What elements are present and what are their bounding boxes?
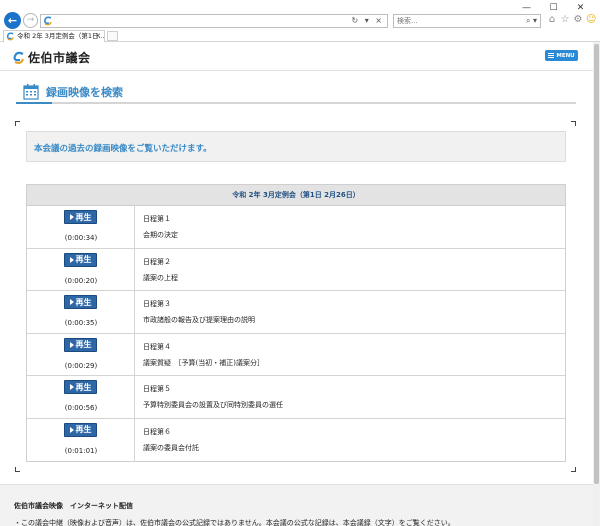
home-icon[interactable]: ⌂ — [547, 14, 557, 26]
duration: (0:00:56) — [64, 404, 98, 412]
frame-corner — [15, 121, 20, 126]
menu-button[interactable]: MENU — [545, 50, 578, 61]
browser-chrome: — ☐ ✕ ← → ↻ ▾ × ⌕ ▾ ⌂ ☆ ⚙ ☺ 令和 2年 3月定例会（… — [0, 0, 600, 42]
play-icon — [69, 256, 74, 263]
row-play-cell: 再生 (0:01:01) — [27, 418, 135, 461]
page-title: 録画映像を検索 — [46, 86, 123, 99]
scrollbar-thumb[interactable] — [594, 44, 599, 484]
forward-arrow-icon[interactable]: → — [23, 13, 38, 28]
calendar-icon — [23, 84, 39, 100]
agenda-title: 予算特別委員会の設置及び同特別委員の選任 — [143, 401, 283, 409]
play-label: 再生 — [75, 340, 92, 349]
agenda-number: 日程第６ — [143, 427, 171, 436]
frame-corner — [571, 467, 576, 472]
new-tab-button[interactable] — [107, 31, 118, 41]
notice-box: 本会議の過去の録画映像をご覧いただけます。 — [26, 131, 566, 162]
agenda-title: 市政諸般の報告及び提案理由の説明 — [143, 316, 255, 324]
browser-search-box[interactable]: ⌕ ▾ — [393, 14, 541, 28]
logo-text: 佐伯市議会 — [28, 51, 91, 65]
play-button[interactable]: 再生 — [64, 422, 97, 437]
site-favicon-icon — [44, 16, 52, 26]
site-header: 佐伯市議会 MENU — [0, 42, 593, 71]
agenda-title: 議案質疑 ［予算(当初・補正)議案分］ — [143, 358, 264, 367]
saiki-logo-icon — [13, 51, 24, 64]
table-row: 再生 (0:00:56) 日程第５ 予算特別委員会の設置及び同特別委員の選任 — [27, 376, 565, 419]
page-footer: 佐伯市議会映像 インターネット配信 ・この議会中継（映像および音声）は、佐伯市議… — [0, 484, 593, 526]
play-button[interactable]: 再生 — [64, 210, 97, 224]
play-icon — [69, 214, 74, 220]
footer-title: 佐伯市議会映像 インターネット配信 — [14, 502, 133, 510]
address-controls[interactable]: ↻ ▾ × — [351, 15, 384, 27]
play-label: 再生 — [75, 425, 92, 434]
row-play-cell: 再生 (0:00:20) — [27, 248, 135, 290]
tab-favicon-icon — [6, 32, 14, 41]
hamburger-icon — [548, 53, 555, 58]
footer-note: ・この議会中継（映像および音声）は、佐伯市議会の公式記録ではありません。本会議の… — [14, 519, 455, 526]
back-arrow-icon[interactable]: ← — [4, 12, 21, 29]
title-divider — [16, 102, 576, 104]
play-label: 再生 — [75, 382, 92, 392]
play-label: 再生 — [75, 297, 92, 307]
play-button[interactable]: 再生 — [64, 295, 97, 309]
agenda-number: 日程第５ — [143, 385, 171, 393]
play-icon — [69, 426, 74, 433]
row-play-cell: 再生 (0:00:56) — [27, 376, 135, 418]
duration: (0:00:34) — [64, 234, 98, 242]
window-controls: — ☐ ✕ — [513, 2, 594, 14]
play-label: 再生 — [75, 212, 92, 222]
favorites-star-icon[interactable]: ☆ — [560, 14, 570, 26]
session-title: 令和 2年 3月定例会（第1日 2月26日） — [27, 185, 565, 206]
search-controls[interactable]: ⌕ ▾ — [526, 15, 537, 27]
play-icon — [69, 299, 74, 305]
row-play-cell: 再生 (0:00:29) — [27, 333, 135, 375]
maximize-button[interactable]: ☐ — [540, 2, 567, 14]
duration: (0:01:01) — [64, 446, 98, 455]
gear-icon[interactable]: ⚙ — [573, 14, 583, 26]
page-title-section: 録画映像を検索 — [16, 82, 576, 104]
minimize-button[interactable]: — — [513, 2, 540, 14]
browser-tab-active[interactable]: 令和 2年 3月定例会（第1日... ✕ — [3, 30, 105, 42]
table-row: 再生 (0:00:20) 日程第２ 議案の上程 — [27, 248, 565, 291]
play-label: 再生 — [75, 255, 92, 264]
agenda-title: 議案の上程 — [143, 273, 178, 282]
session-table: 令和 2年 3月定例会（第1日 2月26日） 再生 (0:00:34) 日程第１… — [26, 184, 566, 462]
notice-text: 本会議の過去の録画映像をご覧いただけます。 — [34, 144, 212, 154]
row-play-cell: 再生 (0:00:35) — [27, 291, 135, 333]
browser-toolbar: ⌂ ☆ ⚙ ☺ — [547, 14, 597, 26]
play-button[interactable]: 再生 — [64, 252, 97, 267]
row-play-cell: 再生 (0:00:34) — [27, 206, 135, 248]
tab-label: 令和 2年 3月定例会（第1日... — [17, 32, 105, 40]
browser-search-input[interactable] — [397, 15, 517, 27]
agenda-number: 日程第４ — [143, 342, 171, 351]
address-bar[interactable]: ↻ ▾ × — [40, 14, 388, 28]
table-row: 再生 (0:00:35) 日程第３ 市政諸般の報告及び提案理由の説明 — [27, 291, 565, 334]
play-icon — [69, 341, 74, 348]
duration: (0:00:20) — [64, 276, 98, 285]
title-divider-accent — [16, 102, 52, 104]
agenda-title: 会期の決定 — [143, 231, 178, 239]
table-row: 再生 (0:00:29) 日程第４ 議案質疑 ［予算(当初・補正)議案分］ — [27, 333, 565, 376]
table-row: 再生 (0:01:01) 日程第６ 議案の委員会付託 — [27, 418, 565, 461]
play-button[interactable]: 再生 — [64, 337, 97, 352]
play-icon — [69, 384, 74, 390]
frame-corner — [571, 121, 576, 126]
close-window-button[interactable]: ✕ — [567, 2, 594, 14]
page-scrollbar[interactable] — [593, 42, 600, 526]
agenda-number: 日程第３ — [143, 300, 171, 308]
duration: (0:00:35) — [64, 319, 98, 327]
menu-label: MENU — [556, 52, 575, 59]
smiley-feedback-icon[interactable]: ☺ — [586, 14, 596, 26]
frame-corner — [15, 467, 20, 472]
agenda-number: 日程第１ — [143, 215, 171, 223]
agenda-title: 議案の委員会付託 — [143, 443, 199, 452]
site-logo[interactable]: 佐伯市議会 — [12, 49, 91, 66]
tab-close-icon[interactable]: ✕ — [95, 31, 101, 42]
table-row: 再生 (0:00:34) 日程第１ 会期の決定 — [27, 206, 565, 249]
duration: (0:00:29) — [64, 361, 98, 370]
play-button[interactable]: 再生 — [64, 380, 97, 394]
agenda-number: 日程第２ — [143, 257, 171, 266]
